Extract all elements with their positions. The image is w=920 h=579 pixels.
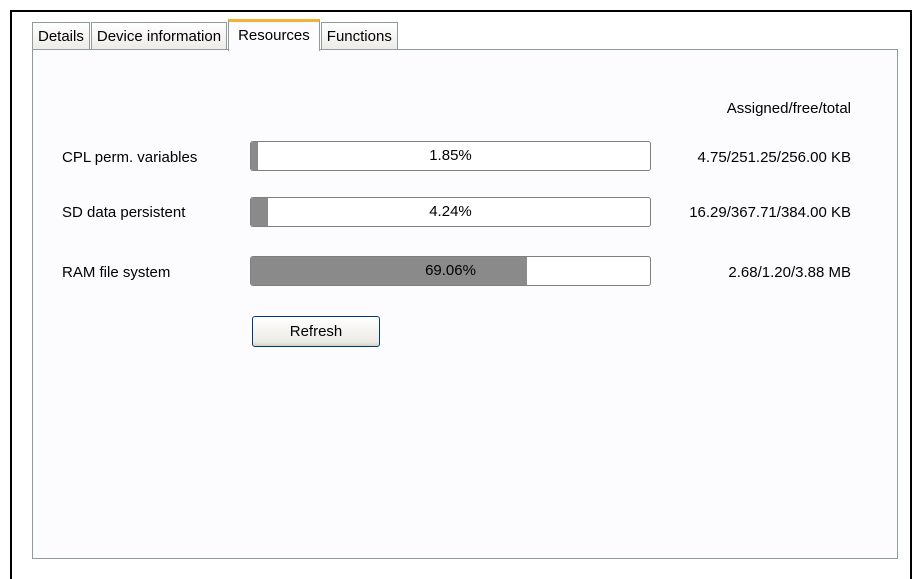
progress-bar-sd-data-persistent: 4.24% — [250, 197, 651, 227]
progress-percent: 4.24% — [429, 203, 472, 220]
progress-bar-ram-file-system: 69.06% — [250, 256, 651, 286]
progress-percent: 69.06% — [425, 262, 476, 279]
row-label-sd-data-persistent: SD data persistent — [62, 204, 186, 221]
tab-functions[interactable]: Functions — [320, 22, 398, 50]
row-label-ram-file-system: RAM file system — [62, 264, 171, 281]
resources-panel: Assigned/free/total CPL perm. variables … — [32, 49, 898, 559]
tab-details[interactable]: Details — [32, 22, 90, 50]
row-label-cpl-perm-variables: CPL perm. variables — [62, 149, 198, 166]
row-value-ram-file-system: 2.68/1.20/3.88 MB — [728, 264, 851, 281]
column-header-assigned-free-total: Assigned/free/total — [726, 100, 851, 117]
progress-percent: 1.85% — [429, 147, 472, 164]
tab-bar: Details Device information Resources Fun… — [32, 19, 399, 51]
tab-resources[interactable]: Resources — [228, 19, 320, 51]
refresh-button[interactable]: Refresh — [252, 316, 380, 347]
row-value-cpl-perm-variables: 4.75/251.25/256.00 KB — [697, 149, 851, 166]
progress-bar-cpl-perm-variables: 1.85% — [250, 141, 651, 171]
tab-device-information[interactable]: Device information — [90, 22, 228, 50]
row-value-sd-data-persistent: 16.29/367.71/384.00 KB — [689, 204, 851, 221]
